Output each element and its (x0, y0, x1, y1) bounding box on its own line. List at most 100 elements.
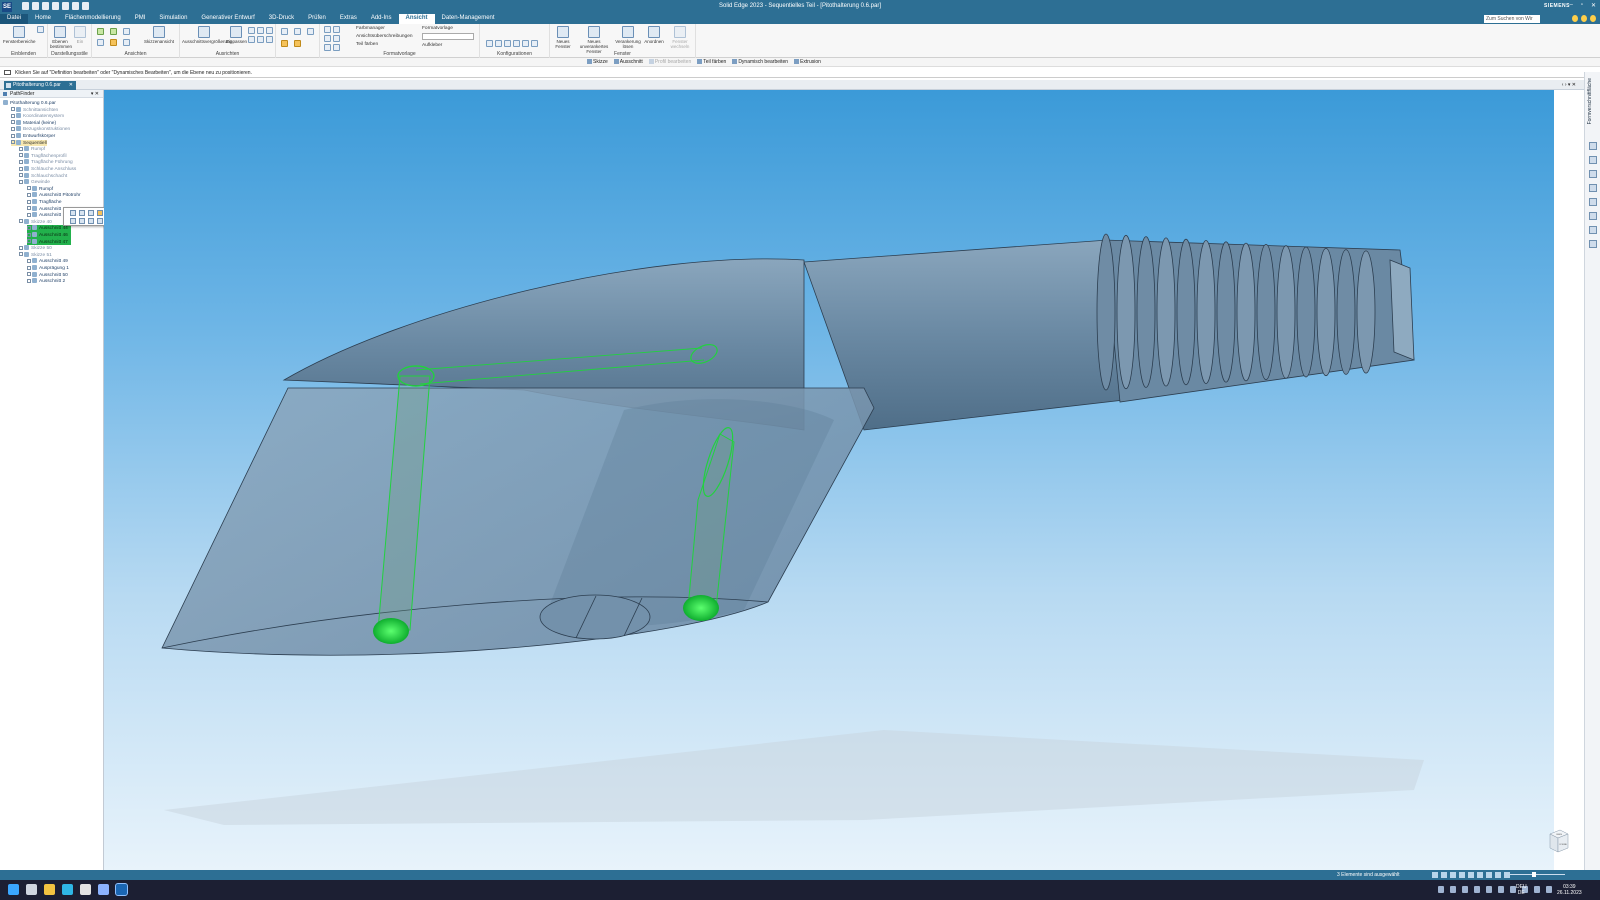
checkbox-icon[interactable] (19, 219, 23, 224)
checkbox-icon[interactable] (19, 166, 23, 171)
ausschnitt-command[interactable]: Ausschnitt (613, 59, 643, 65)
neues-fenster-button[interactable]: Neues Fenster (552, 26, 574, 49)
skizzenansicht-button[interactable]: Skizzenansicht (141, 26, 177, 44)
clock[interactable]: 03:39 26.11.2023 (1557, 884, 1582, 896)
smiley-icon[interactable] (1572, 15, 1578, 22)
right-tool-6-icon[interactable] (1589, 212, 1597, 220)
delete-icon[interactable] (88, 218, 94, 224)
view-shade-icon[interactable] (110, 39, 117, 46)
close-button[interactable]: ✕ (1591, 2, 1596, 9)
zoom-slider[interactable] (1510, 872, 1565, 877)
tree-item[interactable]: Ausschnitt 2 (27, 278, 65, 285)
status-fit-icon[interactable] (1432, 872, 1438, 878)
right-tool-7-icon[interactable] (1589, 226, 1597, 234)
tree-item[interactable]: Tragfläche Führung (19, 159, 73, 166)
tab-generativer-entwurf[interactable]: Generativer Entwurf (194, 14, 261, 24)
tab-datei[interactable]: Datei (0, 14, 29, 24)
extrusion-command[interactable]: Extrusion (794, 59, 821, 65)
view-right-icon[interactable] (97, 39, 104, 46)
shaded-icon[interactable] (281, 40, 288, 47)
checkbox-icon[interactable] (27, 239, 31, 244)
tree-item[interactable]: Schlauchschacht (19, 172, 67, 180)
ein-button[interactable]: Ein (71, 26, 89, 44)
tree-item[interactable]: Ausprägung 1 (27, 265, 69, 272)
tree-item[interactable]: Rumpf (19, 146, 45, 153)
document-tab[interactable]: Pitothalterung 0.6.par ✕ (4, 81, 76, 90)
checkbox-icon[interactable] (27, 272, 31, 277)
ebenen-bestimmen-button[interactable]: Ebenen bestimmen (50, 26, 72, 49)
tab-flaechenmodellierung[interactable]: Flächenmodellierung (58, 14, 128, 24)
tab-3d-druck[interactable]: 3D-Druck (262, 14, 301, 24)
command-search-input[interactable]: Zum Suchen von Wir (1484, 15, 1540, 23)
hide-icon[interactable] (97, 218, 103, 224)
farbmanager-button[interactable]: Farbmanager (356, 26, 385, 31)
zoom-icon[interactable] (248, 27, 255, 34)
tree-item[interactable]: Ausschnitt 50 (27, 271, 68, 279)
view-top-icon[interactable] (110, 28, 117, 35)
checkbox-icon[interactable] (19, 146, 23, 151)
config-3-icon[interactable] (504, 40, 511, 47)
lights-icon[interactable] (324, 44, 331, 51)
tray-icon-6[interactable] (1498, 886, 1504, 893)
close-tab-icon[interactable]: ✕ (69, 81, 73, 90)
right-tool-1-icon[interactable] (1589, 142, 1597, 150)
config-1-icon[interactable] (486, 40, 493, 47)
tray-icon-4[interactable] (1474, 886, 1480, 893)
right-tool-4-icon[interactable] (1589, 184, 1597, 192)
perspective-icon[interactable] (333, 44, 340, 51)
restore-button[interactable]: ▫ (1581, 2, 1583, 9)
status-zoom-icon[interactable] (1441, 872, 1447, 878)
tree-item[interactable]: Skizze 40 (19, 218, 52, 226)
profil-bearbeiten-command[interactable]: Profil bearbeiten (648, 59, 691, 65)
checkbox-icon[interactable] (27, 232, 31, 237)
task-view-icon[interactable] (26, 884, 37, 895)
skizze-command[interactable]: Skizze (587, 59, 608, 65)
view-cube[interactable]: OBEN VORNE (1548, 828, 1570, 856)
checkbox-icon[interactable] (27, 206, 31, 211)
teil-faerben-command[interactable]: Teil färben (697, 59, 726, 65)
neues-unverankertes-fenster-button[interactable]: Neues unverankertes Fenster (574, 26, 614, 54)
right-tool-8-icon[interactable] (1589, 240, 1597, 248)
center-icon[interactable] (266, 36, 273, 43)
dynamisch-bearbeiten-command[interactable]: Dynamisch bearbeiten (732, 59, 788, 65)
store-icon[interactable] (80, 884, 91, 895)
aufkleber-button[interactable]: Aufkleber (422, 43, 442, 48)
checkbox-icon[interactable] (11, 140, 15, 145)
tree-item[interactable]: Tragfläche (27, 199, 62, 206)
tab-daten-management[interactable]: Daten-Management (435, 14, 502, 24)
reflection-icon[interactable] (333, 26, 340, 33)
checkbox-icon[interactable] (11, 126, 15, 131)
edge-browser-icon[interactable] (62, 884, 73, 895)
floor-icon[interactable] (324, 35, 331, 42)
edit-definition-icon[interactable] (70, 210, 76, 216)
status-views-icon[interactable] (1468, 872, 1474, 878)
checkbox-icon[interactable] (11, 113, 15, 118)
status-section-icon[interactable] (1486, 872, 1492, 878)
tree-item[interactable]: Ausschnitt (27, 205, 61, 213)
fenster-wechseln-button[interactable]: Fenster wechseln (666, 26, 694, 49)
view-iso-icon[interactable] (97, 28, 104, 35)
checkbox-icon[interactable] (19, 159, 23, 164)
tree-item[interactable]: Ausschnitt Pitotrohr (27, 192, 81, 199)
tree-item[interactable]: Skizze 50 (19, 245, 52, 252)
color-icon[interactable] (97, 210, 103, 216)
formatvorlage-dropdown[interactable] (422, 33, 474, 40)
minimize-button[interactable]: – (1569, 2, 1572, 9)
tree-item[interactable]: Schläuche Anschluss (19, 166, 76, 173)
pan-icon[interactable] (257, 27, 264, 34)
config-5-icon[interactable] (522, 40, 529, 47)
ansichtsueberschreibungen-button[interactable]: Ansichtsüberschreibungen (356, 34, 413, 39)
pathfinder-controls[interactable]: ▾ ✕ (91, 90, 99, 98)
shadow-icon[interactable] (324, 26, 331, 33)
view-cube-top[interactable]: OBEN (1556, 834, 1563, 836)
dynamic-edit-icon[interactable] (79, 210, 85, 216)
checkbox-icon[interactable] (19, 153, 23, 158)
right-tool-3-icon[interactable] (1589, 170, 1597, 178)
tree-item[interactable]: Skizze 51 (19, 251, 52, 259)
tree-item[interactable]: Ausschnitt 44 (27, 225, 71, 232)
tab-controls[interactable]: ‹ › ▾ ✕ (1562, 82, 1576, 88)
formatvorlage-button[interactable]: Formatvorlage (422, 26, 453, 31)
view-front-icon[interactable] (123, 28, 130, 35)
checkbox-icon[interactable] (27, 278, 31, 283)
checkbox-icon[interactable] (19, 173, 23, 178)
